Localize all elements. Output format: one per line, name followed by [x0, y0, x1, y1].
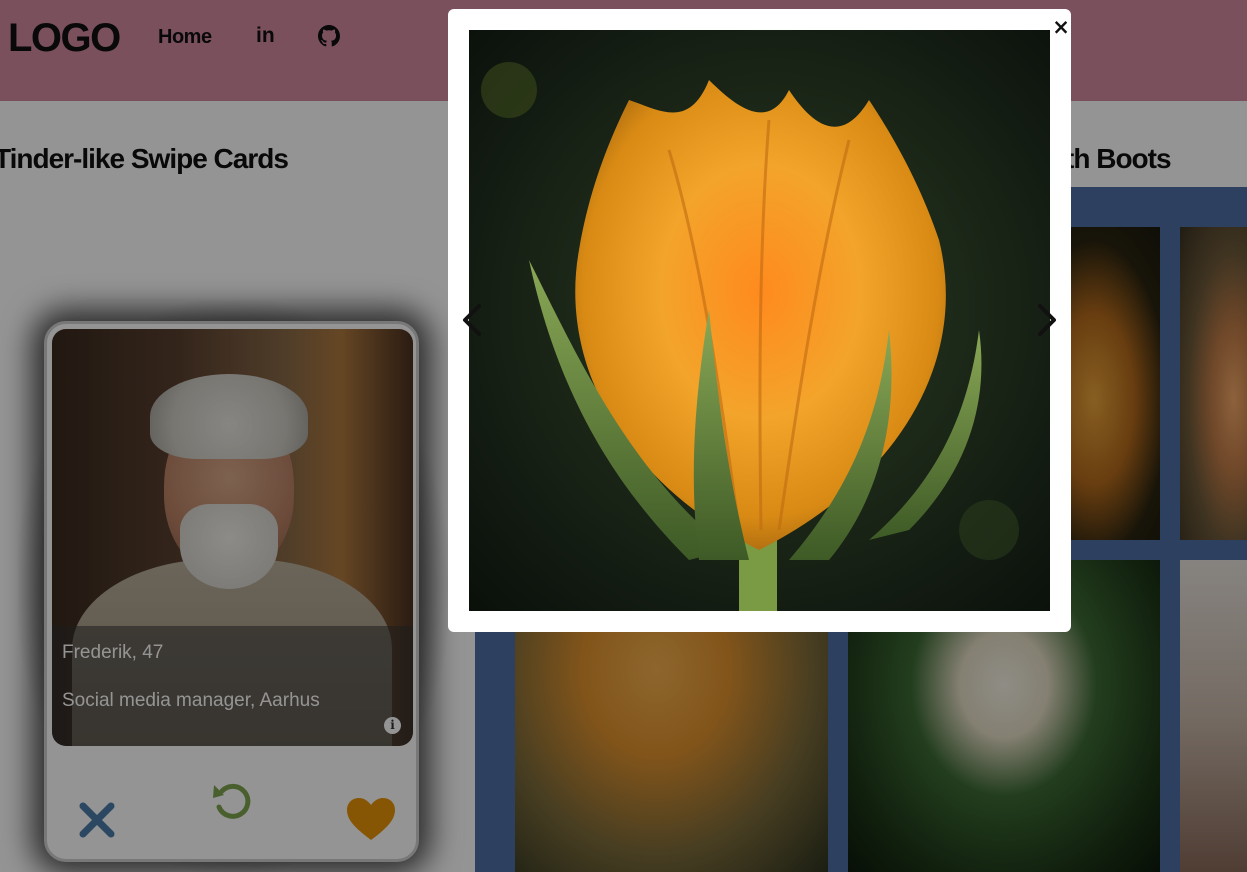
- lightbox-modal: [448, 9, 1071, 632]
- chevron-left-icon[interactable]: [457, 300, 487, 340]
- lightbox-image: [469, 30, 1050, 611]
- close-icon[interactable]: ×: [1051, 15, 1071, 39]
- chevron-right-icon[interactable]: [1032, 300, 1062, 340]
- zucchini-flower-image: [481, 62, 1019, 611]
